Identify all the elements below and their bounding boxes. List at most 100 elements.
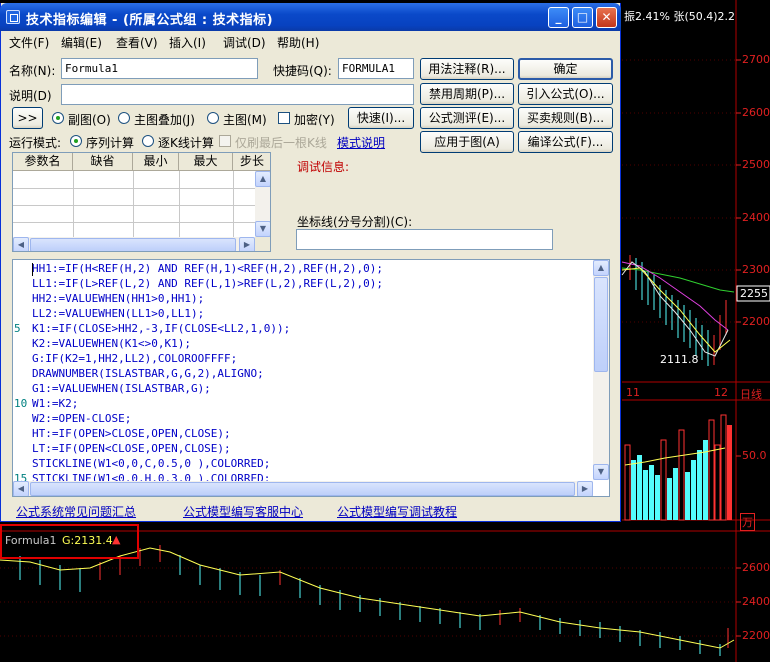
code-line: STICKLINE(W1<0,0,C,0.5,0 ),COLORRED; (32, 457, 271, 470)
editor-scroll-up-button[interactable]: ▲ (593, 260, 609, 276)
scroll-corner (255, 237, 270, 251)
close-button[interactable]: ✕ (596, 7, 617, 28)
text-cursor (32, 263, 33, 276)
lower-tick-label: 2600 (742, 561, 770, 574)
code-line: HH2:=VALUEWHEN(HH1>0,HH1); (32, 292, 205, 305)
param-header-name[interactable]: 参数名 (13, 153, 73, 171)
param-header-default[interactable]: 缺省 (73, 153, 133, 171)
month-label: 12 (714, 386, 728, 399)
code-line: LL1:=IF(L>REF(L,2) AND REF(L,1)>REF(L,2)… (32, 277, 383, 290)
param-header-max[interactable]: 最大 (179, 153, 233, 171)
menu-view[interactable]: 查看(V) (116, 34, 158, 51)
editor-hscroll-thumb[interactable] (30, 482, 575, 496)
radio-bar-by-bar-label: 逐K线计算 (158, 136, 214, 150)
trade-rules-button[interactable]: 买卖规则(B)... (518, 107, 613, 129)
debug-info-label: 调试信息: (297, 160, 350, 174)
highlight-box (0, 524, 139, 559)
mode-help-link[interactable]: 模式说明 (337, 134, 385, 151)
code-line: G1:=VALUEWHEN(ISLASTBAR,G); (32, 382, 211, 395)
window-title: 技术指标编辑 - (所属公式组 : 技术指标) (26, 13, 274, 28)
scroll-down-button[interactable]: ▼ (255, 221, 270, 237)
minimize-button[interactable]: _ (548, 7, 569, 28)
param-header-min[interactable]: 最小 (133, 153, 179, 171)
parameter-table[interactable]: 参数名 缺省 最小 最大 步长 ▲ ▼ ◀ ▶ (12, 152, 271, 252)
menu-insert[interactable]: 插入(I) (169, 34, 206, 51)
current-price-label: 2255 (740, 287, 768, 300)
editor-vscroll-thumb[interactable] (594, 277, 608, 372)
axis-lines-input[interactable] (296, 229, 553, 250)
code-line: K1:=IF(CLOSE>HH2,-3,IF(CLOSE<LL2,1,0)); (32, 322, 291, 335)
disable-period-button[interactable]: 禁用周期(P)... (420, 83, 514, 105)
price-tick-label: 2600 (742, 106, 770, 119)
app-icon (6, 10, 20, 24)
scroll-left-button[interactable]: ◀ (13, 237, 29, 251)
radio-series-calc[interactable] (70, 135, 82, 147)
name-input[interactable]: Formula1 (61, 58, 258, 79)
editor-scroll-down-button[interactable]: ▼ (593, 464, 609, 480)
radio-main-overlay[interactable] (118, 112, 130, 124)
price-tick-label: 2200 (742, 315, 770, 328)
scroll-right-button[interactable]: ▶ (239, 237, 255, 251)
period-tab-daily[interactable]: 日线 (740, 386, 762, 402)
compile-formula-button[interactable]: 编译公式(F)... (518, 131, 613, 153)
axis-lines-label: 坐标线(分号分割)(C): (297, 215, 413, 229)
code-line: DRAWNUMBER(ISLASTBAR,G,G,2),ALIGNO; (32, 367, 264, 380)
code-line: HH1:=IF(H<REF(H,2) AND REF(H,1)<REF(H,2)… (32, 262, 383, 275)
import-formula-button[interactable]: 引入公式(O)... (518, 83, 613, 105)
scroll-up-button[interactable]: ▲ (255, 171, 270, 187)
menu-help[interactable]: 帮助(H) (277, 34, 319, 51)
code-line: LL2:=VALUEWHEN(LL1>0,LL1); (32, 307, 205, 320)
tutorial-link[interactable]: 公式模型编写调试教程 (337, 503, 457, 520)
menu-edit[interactable]: 编辑(E) (61, 34, 102, 51)
description-input[interactable] (61, 84, 414, 105)
chart-header-text: 振2.41% 张(50.4)2.2 (624, 10, 736, 23)
radio-main-chart[interactable] (207, 112, 219, 124)
support-center-link[interactable]: 公式模型编写客服中心 (183, 503, 303, 520)
faq-link[interactable]: 公式系统常见问题汇总 (16, 503, 136, 520)
encrypt-label: 加密(Y) (294, 113, 335, 127)
description-label: 说明(D) (9, 89, 52, 103)
encrypt-checkbox[interactable] (278, 112, 290, 124)
line-number: 5 (14, 322, 21, 335)
code-line: W2:=OPEN-CLOSE; (32, 412, 132, 425)
radio-sub-chart[interactable] (52, 112, 64, 124)
maximize-button[interactable]: □ (572, 7, 593, 28)
quick-button[interactable]: 快速(I)... (348, 107, 414, 129)
menu-file[interactable]: 文件(F) (9, 34, 49, 51)
name-label: 名称(N): (9, 64, 56, 78)
title-bar[interactable]: 技术指标编辑 - (所属公式组 : 技术指标) _ □ ✕ (0, 3, 621, 31)
radio-bar-by-bar[interactable] (142, 135, 154, 147)
code-line: W1:=K2; (32, 397, 79, 410)
code-line: HT:=IF(OPEN>CLOSE,OPEN,CLOSE); (32, 427, 231, 440)
code-editor[interactable]: HH1:=IF(H<REF(H,2) AND REF(H,1)<REF(H,2)… (12, 259, 610, 497)
lower-tick-label: 2200 (742, 629, 770, 642)
volume-unit-label: 万 (740, 513, 755, 531)
low-price-label: 2111.8 (660, 353, 699, 366)
code-line: G:IF(K2=1,HH2,LL2),COLOROOFFFF; (32, 352, 238, 365)
param-hscroll-thumb[interactable] (30, 238, 236, 251)
ok-button[interactable]: 确定 (518, 58, 613, 80)
code-line: LT:=IF(OPEN<CLOSE,OPEN,CLOSE); (32, 442, 231, 455)
radio-main-overlay-label: 主图叠加(J) (134, 113, 195, 127)
price-tick-label: 2700 (742, 53, 770, 66)
shortcut-label: 快捷码(Q): (273, 64, 332, 78)
line-number: 10 (14, 397, 28, 410)
menu-debug[interactable]: 调试(D) (223, 34, 266, 51)
expand-button[interactable]: >> (12, 107, 43, 129)
volume-tick-label: 50.0 (742, 449, 767, 462)
editor-scroll-right-button[interactable]: ▶ (577, 481, 593, 496)
usage-notes-button[interactable]: 用法注释(R)... (420, 58, 514, 80)
menu-bar: 文件(F) 编辑(E) 查看(V) 插入(I) 调试(D) 帮助(H) (1, 31, 620, 51)
lower-tick-label: 2400 (742, 595, 770, 608)
editor-scroll-left-button[interactable]: ◀ (13, 481, 29, 496)
radio-sub-chart-label: 副图(O) (68, 113, 111, 127)
radio-main-chart-label: 主图(M) (223, 113, 267, 127)
radio-series-calc-label: 序列计算 (86, 136, 135, 150)
price-tick-label: 2500 (742, 158, 770, 171)
shortcut-input[interactable]: FORMULA1 (338, 58, 414, 79)
last-bar-only-checkbox (219, 135, 231, 147)
formula-editor-dialog: 技术指标编辑 - (所属公式组 : 技术指标) _ □ ✕ 文件(F) 编辑(E… (0, 3, 621, 522)
apply-to-chart-button[interactable]: 应用于图(A) (420, 131, 514, 153)
formula-test-button[interactable]: 公式测评(E)... (420, 107, 514, 129)
param-header-step[interactable]: 步长 (233, 153, 270, 171)
